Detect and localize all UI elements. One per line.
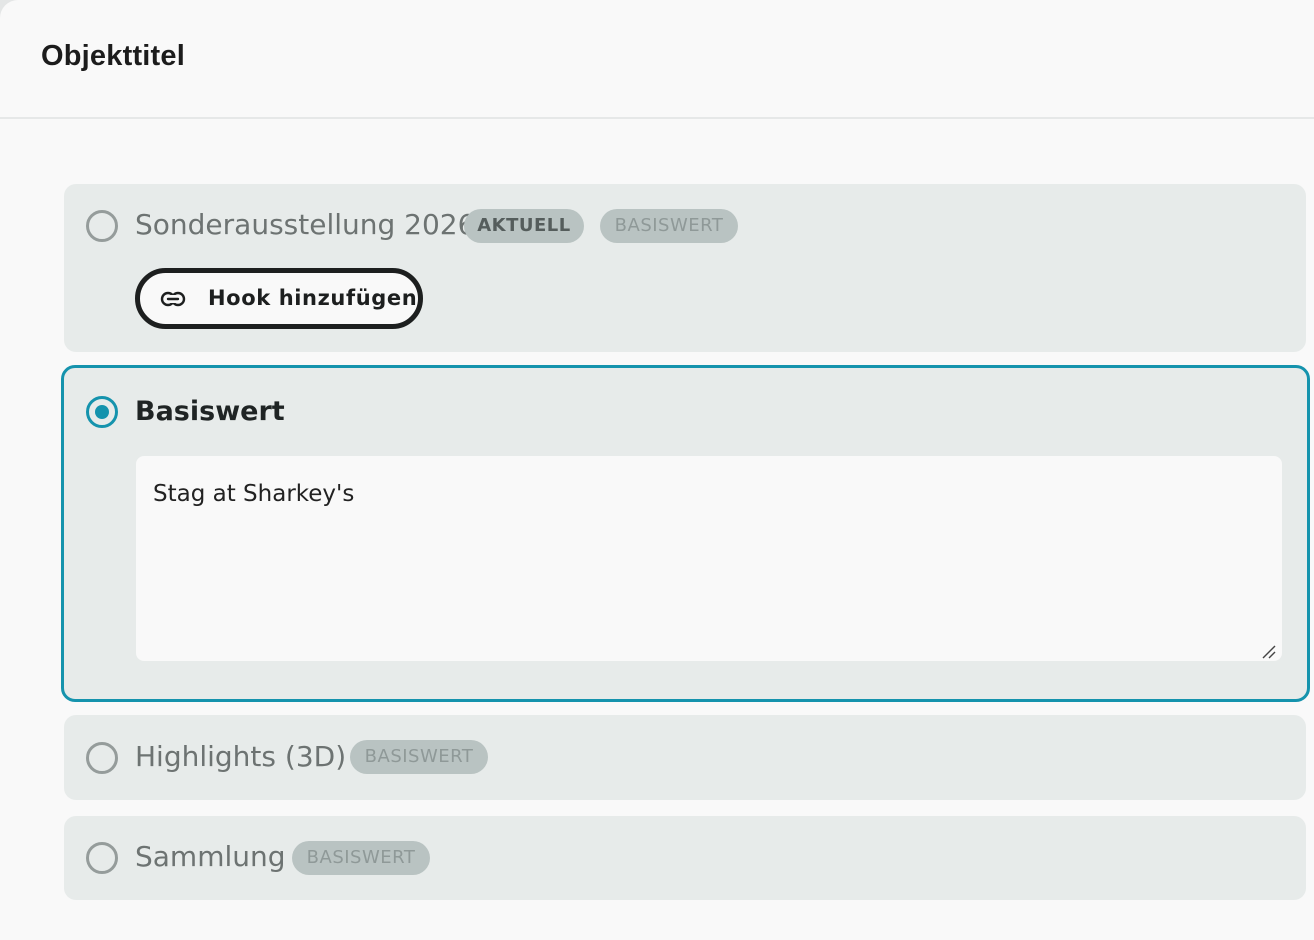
option-label: Sonderausstellung 2026	[135, 208, 476, 241]
option-radio[interactable]	[86, 210, 118, 242]
option-label: Basiswert	[135, 396, 285, 427]
resize-handle-icon[interactable]	[1260, 643, 1276, 659]
base-value-badge: BASISWERT	[350, 740, 488, 774]
option-card-basiswert[interactable]: Basiswert Stag at Sharkey's	[61, 365, 1310, 702]
option-card-sammlung[interactable]: Sammlung BASISWERT	[64, 816, 1306, 900]
dialog-title: Objekttitel	[41, 40, 185, 72]
link-icon	[160, 291, 186, 307]
option-label: Highlights (3D)	[135, 740, 347, 773]
base-value-badge: BASISWERT	[292, 841, 430, 875]
add-hook-button[interactable]: Hook hinzufügen	[135, 268, 423, 329]
textarea-value: Stag at Sharkey's	[153, 481, 355, 507]
option-radio[interactable]	[86, 842, 118, 874]
option-radio-selected[interactable]	[86, 396, 118, 428]
option-radio[interactable]	[86, 742, 118, 774]
base-value-textarea[interactable]: Stag at Sharkey's	[136, 456, 1282, 661]
option-label: Sammlung	[135, 840, 286, 873]
current-badge: AKTUELL	[464, 209, 584, 243]
option-card-highlights[interactable]: Highlights (3D) BASISWERT	[64, 715, 1306, 800]
dialog-header: Objekttitel	[0, 0, 1314, 119]
dialog-panel: Objekttitel Sonderausstellung 2026 AKTUE…	[0, 0, 1314, 940]
add-hook-label: Hook hinzufügen	[208, 286, 418, 310]
base-value-badge: BASISWERT	[600, 209, 738, 243]
option-card-sonderausstellung[interactable]: Sonderausstellung 2026 AKTUELL BASISWERT…	[64, 184, 1306, 352]
